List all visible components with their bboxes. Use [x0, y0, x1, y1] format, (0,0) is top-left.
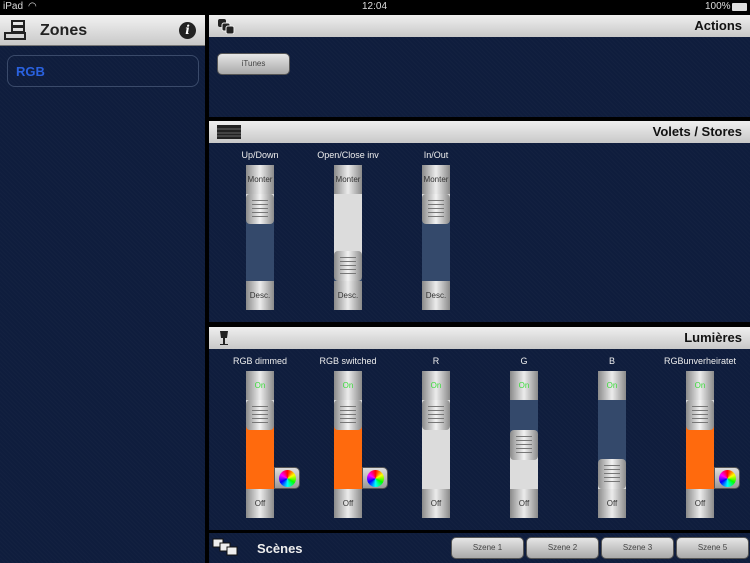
scenes-icon: [212, 538, 238, 556]
slider-top-button[interactable]: On: [686, 371, 714, 400]
slider[interactable]: In/Out Monter Desc.: [422, 150, 450, 310]
slider-bottom-button[interactable]: Desc.: [334, 281, 362, 310]
slider-top-button[interactable]: On: [598, 371, 626, 400]
battery-percent: 100%: [705, 1, 731, 12]
slider-bottom-button[interactable]: Off: [422, 489, 450, 518]
shutter-icon: [217, 125, 241, 139]
scenes-bar: Scènes Szene 1 Szene 2 Szene 3 Szene 5: [209, 533, 750, 563]
color-wheel-icon: [719, 470, 736, 487]
slider-top-button[interactable]: On: [334, 371, 362, 400]
wifi-icon: ◠: [28, 1, 37, 12]
slider[interactable]: RGBunverheiratet On Off: [664, 356, 740, 518]
zones-header: Zones i: [0, 15, 205, 46]
color-wheel-icon: [367, 470, 384, 487]
zones-list-icon: [4, 20, 26, 40]
slider-label: In/Out: [423, 150, 449, 160]
lumieres-title: Lumières: [684, 330, 742, 345]
slider[interactable]: RGB switched On Off: [319, 356, 388, 518]
zones-panel: Zones i RGB: [0, 15, 205, 563]
volets-title: Volets / Stores: [652, 124, 742, 139]
slider-top-button[interactable]: On: [510, 371, 538, 400]
slider-bottom-button[interactable]: Off: [334, 489, 362, 518]
slider-top-button[interactable]: Monter: [334, 165, 362, 194]
slider[interactable]: RGB dimmed On Off: [233, 356, 300, 518]
slider[interactable]: Up/Down Monter Desc.: [241, 150, 279, 310]
slider-track[interactable]: [686, 400, 714, 489]
slider[interactable]: Open/Close inv Monter Desc.: [317, 150, 379, 310]
slider-bottom-button[interactable]: Desc.: [246, 281, 274, 310]
slider-bottom-button[interactable]: Off: [686, 489, 714, 518]
slider-top-button[interactable]: Monter: [422, 165, 450, 194]
slider-track[interactable]: [422, 400, 450, 489]
slider-thumb[interactable]: [246, 400, 274, 430]
slider[interactable]: B On Off: [598, 356, 626, 518]
slider-bottom-button[interactable]: Off: [246, 489, 274, 518]
battery-icon: [732, 3, 747, 11]
volets-section: Volets / Stores Up/Down Monter Desc. Open/C…: [209, 121, 750, 322]
slider-top-button[interactable]: On: [422, 371, 450, 400]
clock: 12:04: [362, 1, 388, 12]
volets-header: Volets / Stores: [209, 121, 750, 143]
slider-track[interactable]: [598, 400, 626, 489]
zones-title: Zones: [40, 22, 88, 39]
actions-header: Actions: [209, 15, 750, 37]
info-icon[interactable]: i: [179, 22, 196, 39]
slider-top-button[interactable]: On: [246, 371, 274, 400]
slider[interactable]: G On Off: [510, 356, 538, 518]
slider-top-button[interactable]: Monter: [246, 165, 274, 194]
slider-track[interactable]: [422, 194, 450, 281]
device-name: iPad: [3, 1, 24, 12]
scene-button[interactable]: Szene 5: [676, 537, 749, 559]
color-picker-button[interactable]: [274, 467, 300, 489]
slider-thumb[interactable]: [246, 194, 274, 224]
color-picker-button[interactable]: [362, 467, 388, 489]
color-picker-button[interactable]: [714, 467, 740, 489]
slider-track[interactable]: [246, 400, 274, 489]
lumieres-header: Lumières: [209, 327, 750, 349]
slider-thumb[interactable]: [510, 429, 538, 460]
lamp-icon: [220, 331, 228, 345]
slider-thumb[interactable]: [686, 400, 714, 430]
slider-bottom-button[interactable]: Off: [598, 489, 626, 518]
scenes-title: Scènes: [257, 541, 303, 556]
scene-button[interactable]: Szene 2: [526, 537, 599, 559]
slider-track[interactable]: [246, 194, 274, 281]
scene-button[interactable]: Szene 1: [451, 537, 524, 559]
actions-icon: [218, 19, 235, 34]
slider-thumb[interactable]: [422, 400, 450, 430]
zone-item-rgb[interactable]: RGB: [7, 55, 199, 87]
itunes-button[interactable]: iTunes: [217, 53, 290, 75]
slider-thumb[interactable]: [598, 459, 626, 489]
status-bar: iPad ◠ 12:04 100%: [0, 0, 750, 14]
scene-button[interactable]: Szene 3: [601, 537, 674, 559]
actions-section: Actions iTunes: [209, 15, 750, 117]
slider-track[interactable]: [334, 194, 362, 281]
color-wheel-icon: [279, 470, 296, 487]
slider[interactable]: R On Off: [422, 356, 450, 518]
actions-title: Actions: [694, 18, 742, 33]
slider-bottom-button[interactable]: Desc.: [422, 281, 450, 310]
slider-thumb[interactable]: [422, 194, 450, 224]
lumieres-section: Lumières RGB dimmed On Off RGB switched On Of…: [209, 327, 750, 530]
slider-bottom-button[interactable]: Off: [510, 489, 538, 518]
slider-thumb[interactable]: [334, 251, 362, 281]
slider-thumb[interactable]: [334, 400, 362, 430]
slider-track[interactable]: [510, 400, 538, 489]
slider-track[interactable]: [334, 400, 362, 489]
slider-label: RGBunverheiratet: [663, 356, 737, 366]
